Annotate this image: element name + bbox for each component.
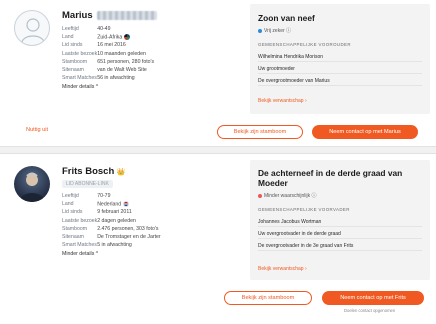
- south-africa-flag-icon: [124, 34, 131, 41]
- confidence-dot-icon: [258, 28, 262, 33]
- profile-placeholder-icon[interactable]: [14, 10, 50, 46]
- label-family-tree: Stamboom: [62, 225, 88, 232]
- value-site-name[interactable]: van de Walt Web Site: [97, 66, 154, 74]
- label-age: Leeftijd: [62, 26, 79, 33]
- smart-matches-link[interactable]: 5 in afwachting: [97, 241, 160, 249]
- value-member-since: 16 mei 2016: [97, 42, 126, 49]
- ancestor-name[interactable]: Wilhelmina Hendrika Morison: [258, 52, 422, 62]
- view-tree-button[interactable]: Bekijk zijn stamboom: [217, 125, 303, 139]
- contact-button[interactable]: Neem contact op met Marius: [312, 125, 418, 139]
- confidence-indicator[interactable]: Minder waarschijnlijk ⓘ: [258, 192, 317, 199]
- match-card-frits: Frits Bosch 👑 LID ABONNE-LINK Leeftijd 70…: [0, 154, 436, 324]
- label-site-name: Sitenaam: [62, 67, 84, 74]
- label-family-tree: Stamboom: [62, 58, 88, 65]
- label-member-since: Lid sinds: [62, 209, 83, 216]
- toggle-details-link[interactable]: Minder details ^: [62, 251, 98, 257]
- smart-matches-link[interactable]: 56 in afwachting: [97, 74, 154, 82]
- match-name[interactable]: Frits Bosch 👑: [62, 166, 126, 177]
- label-country: Land: [62, 34, 74, 41]
- label-last-visit: Laatste bezoek: [62, 217, 98, 224]
- confidence-dot-icon: [258, 193, 262, 198]
- confidence-indicator[interactable]: Vrij zeker ⓘ: [258, 27, 291, 34]
- match-name[interactable]: Marius: [62, 10, 157, 21]
- relationship-title: Zoon van neef: [258, 13, 315, 23]
- card-separator: [0, 146, 436, 154]
- match-name-text[interactable]: Frits Bosch: [62, 166, 114, 177]
- value-last-visit: 10 maanden geleden: [97, 50, 146, 57]
- match-info-table: Leeftijd 70-79 Land Nederland Lid sinds 9 f…: [62, 192, 161, 249]
- match-info-table: Leeftijd 40-49 Land Zuid-Afrika Lid sinds 1…: [62, 25, 154, 82]
- value-last-visit: 2 dagen geleden: [97, 217, 136, 224]
- contact-button[interactable]: Neem contact op met Frits: [322, 291, 424, 305]
- profile-photo[interactable]: [14, 166, 50, 202]
- netherlands-flag-icon: [123, 201, 130, 208]
- toggle-details-link[interactable]: Minder details ^: [62, 84, 98, 90]
- subscription-badge: LID ABONNE-LINK: [62, 180, 113, 188]
- relationship-panel: Zoon van neef Vrij zeker ⓘ GEMEENSCHAPPE…: [250, 4, 430, 114]
- common-ancestor-heading: GEMEENSCHAPPELIJKE VOORVADER: [258, 207, 350, 212]
- value-family-tree[interactable]: 651 personen, 280 foto's: [97, 58, 154, 66]
- ancestor-relation-match: De overgrootvader in de 3e graad van Fri…: [258, 241, 422, 251]
- label-smart-matches: Smart Matches: [62, 75, 97, 82]
- relationship-panel: De achterneef in de derde graad van Moed…: [250, 160, 430, 280]
- value-member-since: 9 februari 2011: [97, 209, 132, 216]
- view-tree-button[interactable]: Bekijk zijn stamboom: [224, 291, 312, 305]
- ancestor-relation-you: Uw overgrootvader in de derde graad: [258, 229, 422, 239]
- value-site-name[interactable]: De Tromstager en de Jarter: [97, 233, 160, 241]
- value-country: Zuid-Afrika: [97, 33, 154, 41]
- ancestor-name[interactable]: Johannes Jacobus Wortman: [258, 217, 422, 227]
- crown-icon: 👑: [116, 169, 126, 176]
- view-relationship-link[interactable]: Bekijk verwantschap ›: [258, 98, 307, 104]
- label-smart-matches: Smart Matches: [62, 242, 97, 249]
- value-country: Nederland: [97, 200, 160, 208]
- label-site-name: Sitenaam: [62, 234, 84, 241]
- common-ancestor-heading: GEMEENSCHAPPELIJKE VOOROUDER: [258, 42, 351, 47]
- value-age: 40-49: [97, 26, 111, 33]
- ancestor-relation-match: De overgrootmoeder van Marius: [258, 76, 422, 86]
- redacted-surname: [96, 10, 157, 20]
- not-useful-link[interactable]: Nuttig uit: [26, 127, 48, 133]
- view-relationship-link[interactable]: Bekijk verwantschap ›: [258, 266, 307, 272]
- match-card-marius: Marius Leeftijd 40-49 Land Zuid-Afrika Lid…: [0, 0, 436, 146]
- label-country: Land: [62, 201, 74, 208]
- contact-note: Doelen contact opgenomen: [344, 308, 396, 313]
- value-age: 70-79: [97, 193, 111, 200]
- ancestor-relation-you: Uw grootmoeder: [258, 64, 422, 74]
- value-family-tree[interactable]: 2.476 personen, 303 foto's: [97, 225, 160, 233]
- relationship-title: De achterneef in de derde graad van Moed…: [258, 168, 403, 188]
- label-age: Leeftijd: [62, 193, 79, 200]
- label-member-since: Lid sinds: [62, 42, 83, 49]
- match-name-text[interactable]: Marius: [62, 10, 93, 21]
- label-last-visit: Laatste bezoek: [62, 50, 98, 57]
